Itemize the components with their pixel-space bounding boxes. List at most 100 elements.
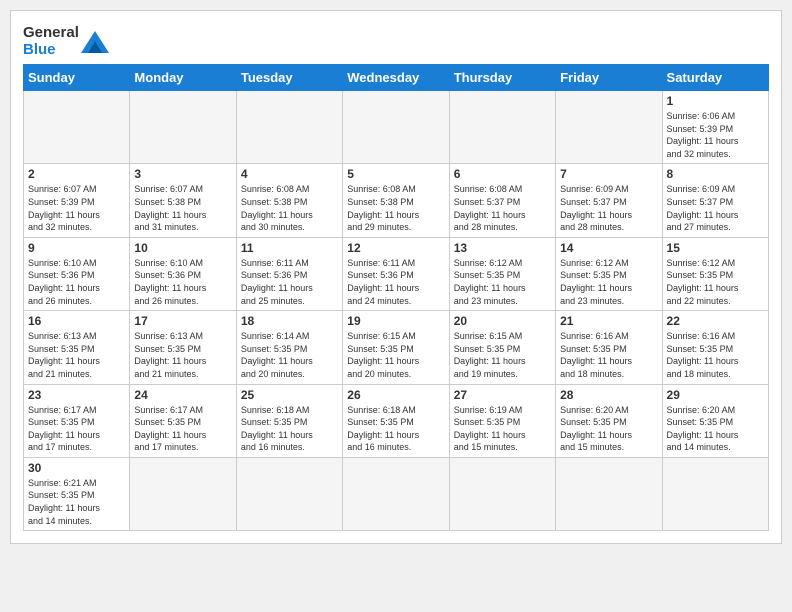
calendar-cell: 19 Sunrise: 6:15 AM Sunset: 5:35 PM Dayli… [343,311,449,384]
calendar-cell: 12 Sunrise: 6:11 AM Sunset: 5:36 PM Dayli… [343,237,449,310]
calendar-cell: 2 Sunrise: 6:07 AM Sunset: 5:39 PM Daylig… [24,164,130,237]
weekday-header-friday: Friday [556,65,662,91]
calendar-cell [556,457,662,530]
day-info: Sunrise: 6:15 AM Sunset: 5:35 PM Dayligh… [454,330,551,380]
day-info: Sunrise: 6:15 AM Sunset: 5:35 PM Dayligh… [347,330,444,380]
calendar-cell: 15 Sunrise: 6:12 AM Sunset: 5:35 PM Dayli… [662,237,768,310]
day-number: 23 [28,388,125,402]
calendar-cell: 14Sunrise: 6:12 AM Sunset: 5:35 PM Dayli… [556,237,662,310]
day-info: Sunrise: 6:17 AM Sunset: 5:35 PM Dayligh… [134,404,231,454]
logo-general: General [23,24,79,41]
day-number: 4 [241,167,338,181]
day-number: 13 [454,241,551,255]
day-number: 30 [28,461,125,475]
day-info: Sunrise: 6:10 AM Sunset: 5:36 PM Dayligh… [28,257,125,307]
day-info: Sunrise: 6:16 AM Sunset: 5:35 PM Dayligh… [560,330,657,380]
day-number: 19 [347,314,444,328]
day-number: 25 [241,388,338,402]
day-number: 26 [347,388,444,402]
day-number: 28 [560,388,657,402]
calendar-cell: 24 Sunrise: 6:17 AM Sunset: 5:35 PM Dayli… [130,384,236,457]
logo-icon [81,31,109,53]
day-info: Sunrise: 6:13 AM Sunset: 5:35 PM Dayligh… [134,330,231,380]
header-section: General Blue [23,21,769,58]
day-info: Sunrise: 6:06 AM Sunset: 5:39 PM Dayligh… [667,110,764,160]
day-info: Sunrise: 6:12 AM Sunset: 5:35 PM Dayligh… [454,257,551,307]
day-info: Sunrise: 6:13 AM Sunset: 5:35 PM Dayligh… [28,330,125,380]
day-info: Sunrise: 6:12 AM Sunset: 5:35 PM Dayligh… [667,257,764,307]
calendar-cell: 28 Sunrise: 6:20 AM Sunset: 5:35 PM Dayli… [556,384,662,457]
day-info: Sunrise: 6:09 AM Sunset: 5:37 PM Dayligh… [560,183,657,233]
day-number: 15 [667,241,764,255]
day-number: 21 [560,314,657,328]
calendar-cell: 3 Sunrise: 6:07 AM Sunset: 5:38 PM Daylig… [130,164,236,237]
calendar-cell [236,457,342,530]
day-info: Sunrise: 6:11 AM Sunset: 5:36 PM Dayligh… [241,257,338,307]
day-info: Sunrise: 6:20 AM Sunset: 5:35 PM Dayligh… [560,404,657,454]
calendar-cell: 20Sunrise: 6:15 AM Sunset: 5:35 PM Dayli… [449,311,555,384]
calendar-cell: 11 Sunrise: 6:11 AM Sunset: 5:36 PM Dayli… [236,237,342,310]
calendar-cell: 23Sunrise: 6:17 AM Sunset: 5:35 PM Dayli… [24,384,130,457]
day-info: Sunrise: 6:10 AM Sunset: 5:36 PM Dayligh… [134,257,231,307]
week-row-4: 23 Sunrise: 6:17 AM Sunset: 5:35 PM Dayli… [24,384,769,457]
day-number: 2 [28,167,125,181]
day-info: Sunrise: 6:08 AM Sunset: 5:38 PM Dayligh… [241,183,338,233]
day-info: Sunrise: 6:09 AM Sunset: 5:37 PM Dayligh… [667,183,764,233]
day-number: 16 [28,314,125,328]
day-info: Sunrise: 6:08 AM Sunset: 5:37 PM Dayligh… [454,183,551,233]
calendar-table: SundayMondayTuesdayWednesdayThursdayFrid… [23,64,769,531]
calendar-cell [662,457,768,530]
day-number: 24 [134,388,231,402]
calendar-cell [556,91,662,164]
day-number: 8 [667,167,764,181]
day-number: 9 [28,241,125,255]
day-info: Sunrise: 6:11 AM Sunset: 5:36 PM Dayligh… [347,257,444,307]
day-number: 7 [560,167,657,181]
day-number: 18 [241,314,338,328]
week-row-1: 2 Sunrise: 6:07 AM Sunset: 5:39 PM Daylig… [24,164,769,237]
calendar-cell: 8 Sunrise: 6:09 AM Sunset: 5:37 PM Daylig… [662,164,768,237]
day-info: Sunrise: 6:08 AM Sunset: 5:38 PM Dayligh… [347,183,444,233]
calendar-cell [130,457,236,530]
calendar-cell [449,91,555,164]
day-number: 6 [454,167,551,181]
day-number: 3 [134,167,231,181]
day-number: 14 [560,241,657,255]
day-info: Sunrise: 6:18 AM Sunset: 5:35 PM Dayligh… [241,404,338,454]
calendar-cell: 18 Sunrise: 6:14 AM Sunset: 5:35 PM Dayli… [236,311,342,384]
day-info: Sunrise: 6:07 AM Sunset: 5:38 PM Dayligh… [134,183,231,233]
day-number: 1 [667,94,764,108]
day-number: 11 [241,241,338,255]
calendar-cell: 30Sunrise: 6:21 AM Sunset: 5:35 PM Dayli… [24,457,130,530]
calendar-cell: 16 Sunrise: 6:13 AM Sunset: 5:35 PM Dayli… [24,311,130,384]
calendar-cell: 25 Sunrise: 6:18 AM Sunset: 5:35 PM Dayli… [236,384,342,457]
weekday-header-thursday: Thursday [449,65,555,91]
calendar-cell: 10 Sunrise: 6:10 AM Sunset: 5:36 PM Dayli… [130,237,236,310]
weekday-header-wednesday: Wednesday [343,65,449,91]
day-info: Sunrise: 6:14 AM Sunset: 5:35 PM Dayligh… [241,330,338,380]
logo-blue: Blue [23,41,56,58]
week-row-0: 1 Sunrise: 6:06 AM Sunset: 5:39 PM Daylig… [24,91,769,164]
day-number: 5 [347,167,444,181]
weekday-header-tuesday: Tuesday [236,65,342,91]
calendar-cell [449,457,555,530]
day-number: 27 [454,388,551,402]
day-number: 12 [347,241,444,255]
weekday-header-monday: Monday [130,65,236,91]
calendar-cell [24,91,130,164]
day-info: Sunrise: 6:18 AM Sunset: 5:35 PM Dayligh… [347,404,444,454]
calendar-cell: 7 Sunrise: 6:09 AM Sunset: 5:37 PM Daylig… [556,164,662,237]
calendar-cell: 9 Sunrise: 6:10 AM Sunset: 5:36 PM Daylig… [24,237,130,310]
calendar-cell [130,91,236,164]
day-info: Sunrise: 6:16 AM Sunset: 5:35 PM Dayligh… [667,330,764,380]
day-number: 22 [667,314,764,328]
calendar-cell: 4 Sunrise: 6:08 AM Sunset: 5:38 PM Daylig… [236,164,342,237]
day-info: Sunrise: 6:20 AM Sunset: 5:35 PM Dayligh… [667,404,764,454]
calendar-cell: 21 Sunrise: 6:16 AM Sunset: 5:35 PM Dayli… [556,311,662,384]
calendar-cell: 22 Sunrise: 6:16 AM Sunset: 5:35 PM Dayli… [662,311,768,384]
calendar-container: General Blue SundayMondayTuesdayWednesda… [10,10,782,544]
logo: General Blue [23,25,109,58]
day-info: Sunrise: 6:07 AM Sunset: 5:39 PM Dayligh… [28,183,125,233]
calendar-cell: 1 Sunrise: 6:06 AM Sunset: 5:39 PM Daylig… [662,91,768,164]
day-number: 10 [134,241,231,255]
